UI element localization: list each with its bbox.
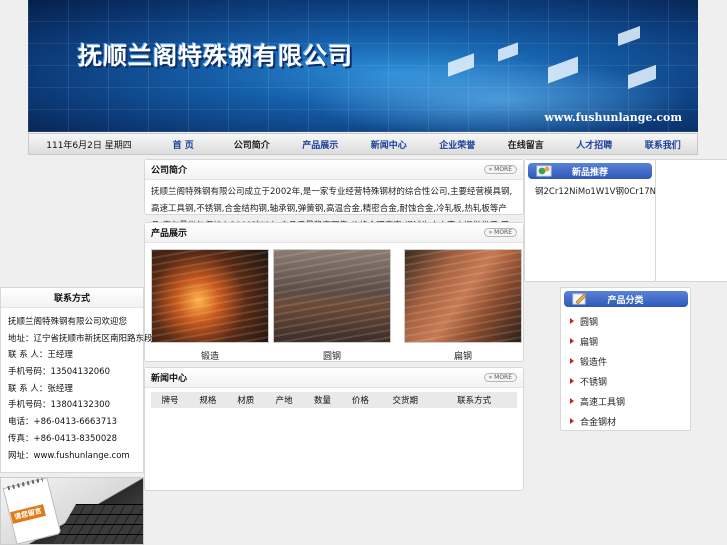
contact-line: 手机号码：13504132060 [8, 367, 110, 378]
category-item[interactable]: 锻造件 [561, 351, 690, 371]
column-header: 材质 [237, 396, 255, 406]
category-label: 扁钢 [580, 337, 599, 348]
nav-item-news[interactable]: 新闻中心 [355, 138, 424, 151]
products-panel: 产品展示 » MORE 锻造 圆钢 扁钢 [144, 222, 524, 362]
category-label: 高速工具钢 [580, 397, 626, 408]
category-item[interactable]: 扁钢 [561, 331, 690, 351]
contact-title: 联系方式 [53, 294, 90, 304]
product-image[interactable] [273, 249, 391, 343]
column-header: 牌号 [161, 396, 179, 406]
ticker-overflow-strip [656, 159, 727, 282]
product-image[interactable] [151, 249, 269, 343]
category-item[interactable]: 高速工具钢 [561, 391, 690, 411]
contact-lines: 抚顺兰阁特殊钢有限公司欢迎您 地址：辽宁省抚顺市新抚区南阳路东段 联 系 人：王… [1, 308, 153, 465]
category-item[interactable]: 合金钢材 [561, 411, 690, 431]
products-header: 产品展示 » MORE [145, 223, 523, 243]
arrow-right-icon [570, 358, 574, 364]
globe-icon [536, 165, 552, 177]
new-products-title: 新品推荐 [571, 167, 608, 178]
product-caption[interactable]: 扁钢 [404, 349, 522, 362]
column-header: 联系方式 [457, 396, 492, 406]
nav-item-contact[interactable]: 联系我们 [629, 138, 698, 151]
column-header: 价格 [351, 396, 369, 406]
column-header: 规格 [199, 396, 217, 406]
banner-url: www.fushunlange.com [544, 111, 682, 124]
arrow-right-icon [570, 318, 574, 324]
contact-line: 手机号码：13804132300 [8, 400, 110, 411]
arrow-right-icon [570, 378, 574, 384]
more-label: MORE [494, 229, 512, 236]
company-name-logo: 抚顺兰阁特殊钢有限公司 [78, 42, 353, 70]
header-banner: 抚顺兰阁特殊钢有限公司 www.fushunlange.com [28, 0, 698, 132]
categories-panel: 产品分类 圆钢 扁钢 锻造件 不锈钢 高速工具钢 合金钢材 [560, 287, 691, 431]
main-nav: 111年6月2日 星期四 首 页 公司简介 产品展示 新闻中心 企业荣誉 在线留… [28, 133, 698, 155]
pencil-icon [572, 293, 586, 305]
product-caption[interactable]: 锻造 [151, 349, 269, 362]
category-item[interactable]: 不锈钢 [561, 371, 690, 391]
category-label: 圆钢 [580, 317, 599, 328]
contact-line: 电话：+86-0413-6663713 [8, 417, 118, 428]
contact-line: 抚顺兰阁特殊钢有限公司欢迎您 [8, 317, 128, 327]
products-more-button[interactable]: » MORE [483, 228, 517, 237]
arrow-right-icon [570, 418, 574, 424]
nav-date: 111年6月2日 星期四 [46, 140, 132, 151]
nav-item-jobs[interactable]: 人才招聘 [560, 138, 629, 151]
nav-item-about[interactable]: 公司简介 [218, 138, 287, 151]
intro-panel: 公司简介 » MORE 抚顺兰阁特殊钢有限公司成立于2002年,是一家专业经营特… [144, 159, 524, 248]
column-header: 产地 [275, 396, 293, 406]
intro-title: 公司简介 [151, 166, 188, 176]
arrow-right-icon [570, 338, 574, 344]
nav-item-products[interactable]: 产品展示 [286, 138, 355, 151]
category-label: 不锈钢 [580, 377, 608, 388]
contact-line: 传真：+86-0413-8350028 [8, 433, 118, 444]
category-list: 圆钢 扁钢 锻造件 不锈钢 高速工具钢 合金钢材 [561, 311, 690, 431]
contact-line: 网址：www.fushunlange.com [8, 450, 130, 461]
contact-panel: 联系方式 抚顺兰阁特殊钢有限公司欢迎您 地址：辽宁省抚顺市新抚区南阳路东段 联 … [0, 287, 153, 473]
products-title: 产品展示 [151, 229, 188, 239]
categories-title: 产品分类 [607, 295, 644, 306]
contact-line: 地址：辽宁省抚顺市新抚区南阳路东段 [8, 333, 153, 344]
product-card[interactable]: 锻造 [151, 249, 269, 362]
news-header: 新闻中心 » MORE [145, 368, 523, 388]
nav-item-message[interactable]: 在线留言 [492, 138, 561, 151]
new-products-panel: 新品推荐 钢2Cr12NiMo1W1V钢0Cr17Ni4Cu4Nb钢1Cr17N… [524, 159, 656, 282]
contact-header: 联系方式 [1, 288, 143, 308]
nav-item-home[interactable]: 首 页 [149, 138, 218, 151]
contact-line: 联 系 人：张经理 [8, 383, 73, 394]
product-image[interactable] [404, 249, 522, 343]
news-more-button[interactable]: » MORE [483, 373, 517, 382]
column-header: 交货期 [392, 396, 419, 406]
category-label: 合金钢材 [580, 417, 617, 428]
news-table-header: 牌号 规格 材质 产地 数量 价格 交货期 联系方式 [151, 392, 517, 408]
intro-header: 公司简介 » MORE [145, 160, 523, 180]
product-caption[interactable]: 圆钢 [273, 349, 391, 362]
news-title: 新闻中心 [151, 374, 188, 384]
leave-message-banner[interactable]: 请您留言 [0, 477, 144, 545]
more-label: MORE [494, 166, 512, 173]
intro-more-button[interactable]: » MORE [483, 165, 517, 174]
product-card[interactable]: 圆钢 [273, 249, 391, 362]
contact-line: 联 系 人：王经理 [8, 350, 73, 361]
nav-item-honors[interactable]: 企业荣誉 [423, 138, 492, 151]
arrow-right-icon [570, 398, 574, 404]
product-card[interactable]: 扁钢 [404, 249, 522, 362]
keyboard-illustration [53, 504, 143, 544]
news-panel: 新闻中心 » MORE 牌号 规格 材质 产地 数量 价格 交货期 联系方式 [144, 367, 524, 491]
categories-header: 产品分类 [563, 291, 688, 307]
new-products-header: 新品推荐 [528, 163, 652, 179]
column-header: 数量 [314, 396, 332, 406]
category-item[interactable]: 圆钢 [561, 311, 690, 331]
category-label: 锻造件 [580, 357, 608, 368]
new-products-ticker[interactable]: 钢2Cr12NiMo1W1V钢0Cr17Ni4Cu4Nb钢1Cr17Ni2钢 [525, 185, 655, 197]
more-label: MORE [494, 374, 512, 381]
